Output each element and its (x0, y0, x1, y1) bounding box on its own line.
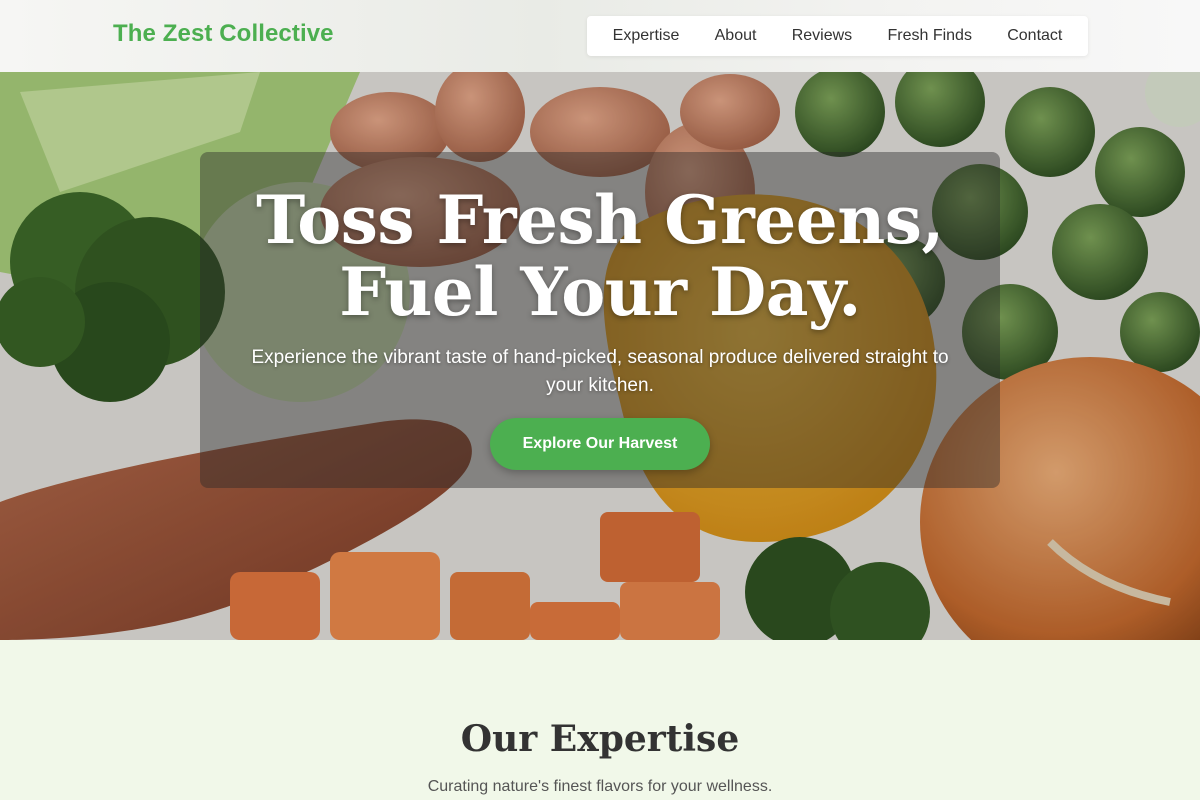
hero-section: Toss Fresh Greens, Fuel Your Day. Experi… (0, 72, 1200, 640)
nav-item-expertise[interactable]: Expertise (605, 27, 688, 45)
main-nav: Expertise About Reviews Fresh Finds Cont… (587, 16, 1088, 56)
nav-item-contact[interactable]: Contact (999, 27, 1070, 45)
hero-subtitle: Experience the vibrant taste of hand-pic… (251, 347, 949, 396)
expertise-subtitle: Curating nature's finest flavors for you… (427, 778, 773, 795)
hero-title: Toss Fresh Greens, Fuel Your Day. (256, 181, 944, 331)
brand-logo[interactable]: The Zest Collective (113, 20, 334, 48)
expertise-title: Our Expertise (460, 718, 740, 760)
explore-harvest-button[interactable]: Explore Our Harvest (490, 418, 710, 470)
nav-item-fresh-finds[interactable]: Fresh Finds (879, 27, 979, 45)
nav-item-about[interactable]: About (707, 27, 765, 45)
nav-item-reviews[interactable]: Reviews (784, 27, 860, 45)
site-header: The Zest Collective Expertise About Revi… (0, 0, 1200, 72)
